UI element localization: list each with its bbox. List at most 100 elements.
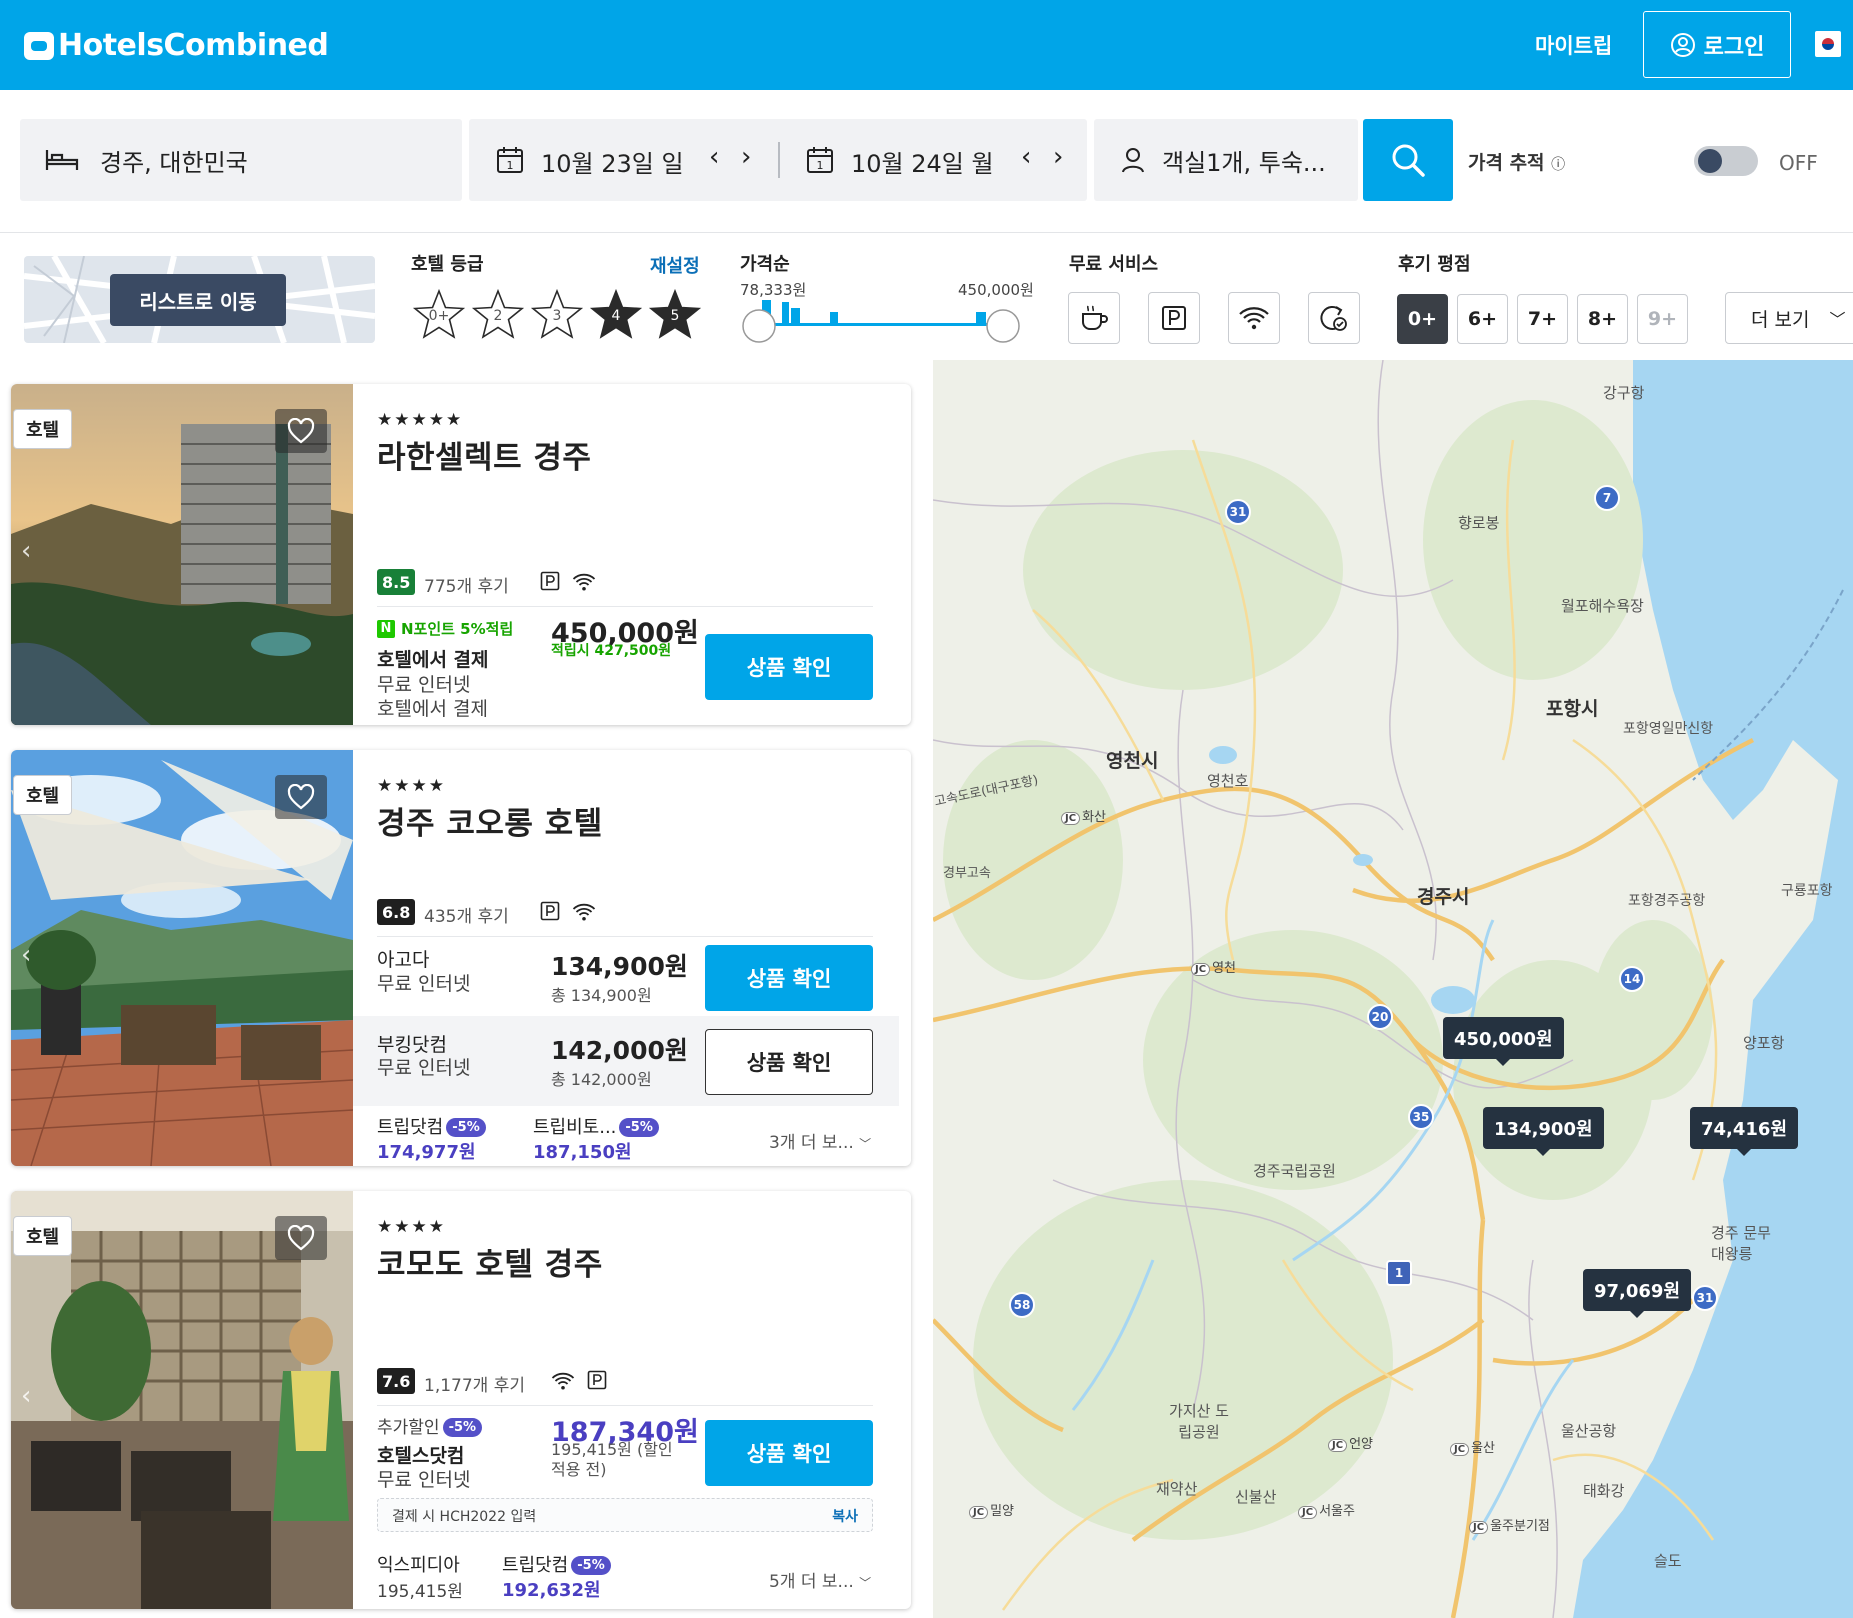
- review-filter-2[interactable]: 7+: [1517, 294, 1568, 344]
- hotel-class-label: 호텔 등급: [411, 254, 484, 275]
- map-price-pin[interactable]: 97,069원: [1583, 1269, 1692, 1318]
- star-filter-2[interactable]: 2: [471, 288, 525, 342]
- extra-provider-price: 192,632원: [502, 1580, 601, 1601]
- view-deal-button[interactable]: 상품 확인: [705, 1029, 873, 1095]
- more-providers-link[interactable]: 3개 더 보... ﹀: [769, 1128, 871, 1153]
- free-wifi-filter[interactable]: [1228, 292, 1280, 344]
- checkin-prev-icon[interactable]: ‹: [709, 142, 719, 172]
- logo-text: HotelsCombined: [58, 28, 329, 63]
- star-filter-3[interactable]: 3: [530, 288, 584, 342]
- review-count[interactable]: 775개 후기: [424, 572, 509, 597]
- map-label: 태화강: [1583, 1482, 1625, 1500]
- coffee-cup-icon: [1082, 305, 1108, 330]
- go-to-list-button[interactable]: 리스트로 이동: [110, 274, 286, 326]
- map-price-pin[interactable]: 134,900원: [1483, 1107, 1604, 1156]
- map-price-pin[interactable]: 74,416원: [1690, 1107, 1799, 1156]
- extra-provider[interactable]: 트립비토... -5%: [533, 1113, 659, 1139]
- review-filter-4[interactable]: 9+: [1637, 294, 1688, 344]
- free-cancellation-filter[interactable]: [1308, 292, 1360, 344]
- map-label: 양포항: [1743, 1034, 1785, 1052]
- extra-provider-name: 트립닷컴: [502, 1555, 569, 1576]
- star-filter-5[interactable]: 5: [648, 288, 702, 342]
- hotel-name[interactable]: 라한셀렉트 경주: [377, 432, 591, 477]
- extra-provider-name: 트립닷컴: [377, 1117, 444, 1138]
- hotel-card[interactable]: 호텔 ‹ ★★★★★ 라한셀렉트 경주 8.5 775개 후기 N N포인트 5…: [11, 384, 911, 725]
- free-parking-filter[interactable]: [1148, 292, 1200, 344]
- checkin-next-icon[interactable]: ›: [741, 142, 751, 172]
- guests-value: 객실1개, 투숙...: [1162, 148, 1326, 177]
- road-shield: 14: [1619, 966, 1645, 992]
- map-label: 영천호: [1207, 772, 1249, 790]
- info-icon[interactable]: ⓘ: [1551, 157, 1565, 173]
- price-label: 가격순: [740, 254, 790, 275]
- free-breakfast-filter[interactable]: [1068, 292, 1120, 344]
- price-min-handle[interactable]: [742, 309, 776, 343]
- npoint-row: N N포인트 5%적립: [377, 618, 513, 639]
- review-filter-3[interactable]: 8+: [1577, 294, 1628, 344]
- discount-badge: -5%: [571, 1556, 611, 1575]
- hotel-card[interactable]: 호텔 ‹ ★★★★ 경주 코오롱 호텔 6.8 435개 후기 아고다 무료 인…: [11, 750, 911, 1166]
- destination-field[interactable]: 경주, 대한민국: [20, 119, 462, 201]
- review-count[interactable]: 1,177개 후기: [424, 1371, 525, 1396]
- date-divider: [778, 142, 780, 178]
- login-button[interactable]: 로그인: [1643, 11, 1791, 78]
- favorite-button[interactable]: [275, 409, 327, 453]
- review-filter-1[interactable]: 6+: [1457, 294, 1508, 344]
- chevron-down-icon: ﹀: [1829, 310, 1846, 329]
- view-deal-button[interactable]: 상품 확인: [705, 1420, 873, 1486]
- results-map[interactable]: 영천시 포항시 경주시 강구항 향로봉 월포해수욕장 포항영일만신항 영천호 포…: [933, 360, 1853, 1618]
- review-count[interactable]: 435개 후기: [424, 902, 509, 927]
- view-deal-button[interactable]: 상품 확인: [705, 945, 873, 1011]
- review-filter-0[interactable]: 0+: [1397, 294, 1448, 344]
- date-range-field[interactable]: 1 10월 23일 일 ‹ › 1 10월 24일 월 ‹ ›: [469, 119, 1087, 201]
- photo-prev-icon[interactable]: ‹: [21, 536, 31, 566]
- my-trip-link[interactable]: 마이트립: [1535, 30, 1612, 60]
- korea-flag-icon[interactable]: [1815, 31, 1841, 57]
- hotelscombined-logo[interactable]: HotelsCombined: [24, 28, 329, 63]
- jc-label: JC 서울주: [1298, 1500, 1355, 1519]
- map-price-pin[interactable]: 450,000원: [1443, 1017, 1564, 1066]
- reset-link[interactable]: 재설정: [650, 252, 700, 278]
- hotel-card[interactable]: 호텔 ‹ ★★★★ 코모도 호텔 경주 7.6 1,177개 후기 추가할인 -5…: [11, 1191, 911, 1609]
- price-range-slider[interactable]: [738, 296, 1028, 348]
- star-filter-4[interactable]: 4: [589, 288, 643, 342]
- star-filter-1[interactable]: 0+: [412, 288, 466, 342]
- hotel-name[interactable]: 코모도 호텔 경주: [377, 1239, 603, 1284]
- road-shield: 58: [1009, 1292, 1035, 1318]
- photo-prev-icon[interactable]: ‹: [21, 1381, 31, 1411]
- checkout-prev-icon[interactable]: ‹: [1021, 142, 1031, 172]
- price-histogram: [762, 300, 986, 324]
- price-alert-text: 가격 추적: [1468, 152, 1545, 174]
- price-alert-toggle[interactable]: [1694, 146, 1758, 176]
- checkin-value[interactable]: 10월 23일 일: [541, 144, 684, 179]
- view-deal-button[interactable]: 상품 확인: [705, 634, 873, 700]
- property-type-badge: 호텔: [13, 409, 72, 449]
- coupon-copy-button[interactable]: 복사: [832, 1506, 858, 1526]
- favorite-button[interactable]: [275, 1216, 327, 1260]
- more-providers-label: 5개 더 보...: [769, 1572, 854, 1592]
- more-providers-link[interactable]: 5개 더 보... ﹀: [769, 1567, 871, 1592]
- extra-provider-name: 트립비토...: [533, 1117, 617, 1138]
- extra-provider[interactable]: 익스피디아: [377, 1551, 460, 1577]
- hotel-name[interactable]: 경주 코오롱 호텔: [377, 798, 603, 843]
- guests-field[interactable]: 객실1개, 투숙...: [1094, 119, 1358, 201]
- property-type-badge: 호텔: [13, 775, 72, 815]
- photo-prev-icon[interactable]: ‹: [21, 940, 31, 970]
- favorite-button[interactable]: [275, 775, 327, 819]
- card-separator: [377, 936, 873, 937]
- city-label-gyeongju: 경주시: [1417, 886, 1470, 908]
- extra-provider[interactable]: 트립닷컴 -5%: [502, 1551, 611, 1577]
- star-filter-label: 4: [611, 308, 621, 324]
- card-separator: [377, 606, 873, 607]
- price-max-handle[interactable]: [986, 309, 1020, 343]
- parking-icon: [1162, 306, 1186, 330]
- map-label: 경주 문무대왕릉: [1711, 1224, 1771, 1263]
- checkout-next-icon[interactable]: ›: [1053, 142, 1063, 172]
- road-shield: 31: [1692, 1285, 1718, 1311]
- more-filters-button[interactable]: 더 보기 ﹀: [1725, 292, 1853, 344]
- npoint-text: N포인트 5%적립: [401, 620, 514, 638]
- property-type-badge: 호텔: [13, 1216, 72, 1256]
- search-button[interactable]: [1363, 119, 1453, 201]
- checkout-value[interactable]: 10월 24일 월: [851, 144, 994, 179]
- extra-provider[interactable]: 트립닷컴 -5%: [377, 1113, 486, 1139]
